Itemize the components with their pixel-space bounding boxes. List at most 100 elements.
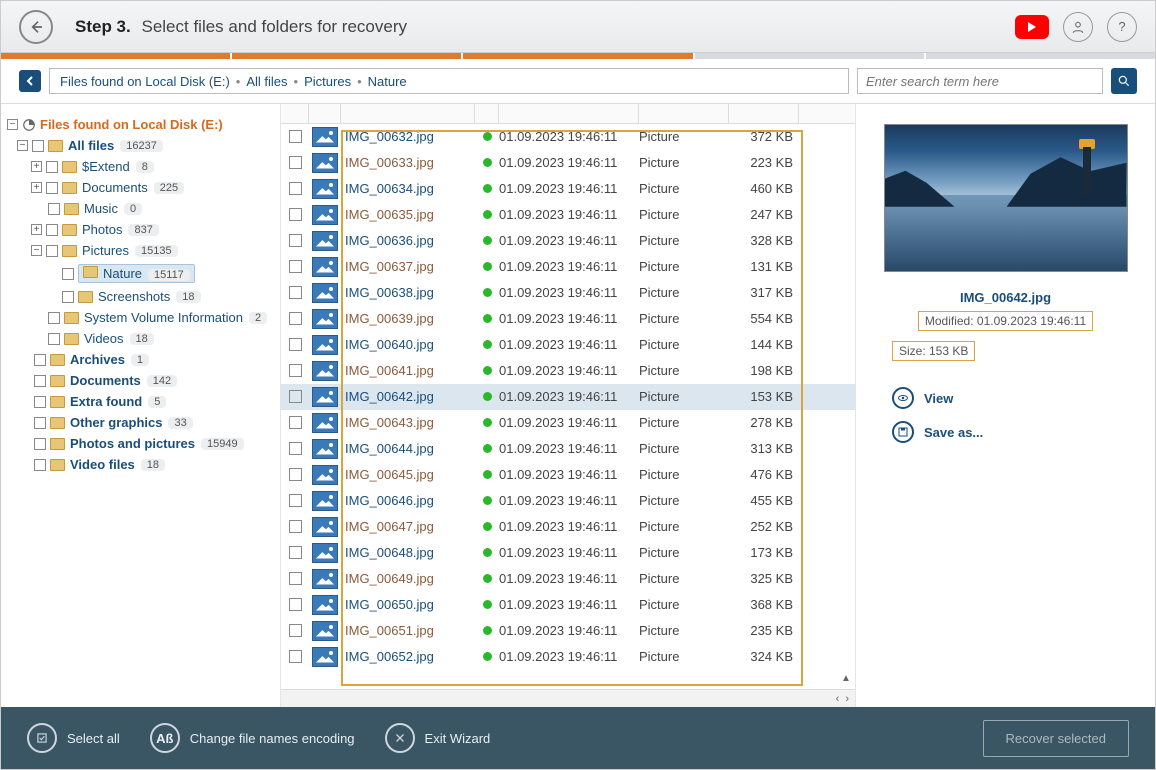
tree-other-graphics[interactable]: Other graphics33 — [7, 412, 274, 433]
file-row[interactable]: IMG_00645.jpg01.09.2023 19:46:11Picture4… — [281, 462, 855, 488]
file-type: Picture — [639, 467, 729, 482]
file-row[interactable]: IMG_00649.jpg01.09.2023 19:46:11Picture3… — [281, 566, 855, 592]
file-checkbox[interactable] — [289, 442, 302, 455]
file-checkbox[interactable] — [289, 390, 302, 403]
save-icon — [892, 421, 914, 443]
status-ok-icon — [483, 314, 492, 323]
file-checkbox[interactable] — [289, 520, 302, 533]
tree-archives[interactable]: Archives1 — [7, 349, 274, 370]
file-checkbox[interactable] — [289, 312, 302, 325]
file-size: 313 KB — [729, 441, 799, 456]
file-checkbox[interactable] — [289, 234, 302, 247]
file-row[interactable]: IMG_00652.jpg01.09.2023 19:46:11Picture3… — [281, 644, 855, 670]
file-row[interactable]: IMG_00640.jpg01.09.2023 19:46:11Picture1… — [281, 332, 855, 358]
file-row[interactable]: IMG_00641.jpg01.09.2023 19:46:11Picture1… — [281, 358, 855, 384]
file-row[interactable]: IMG_00648.jpg01.09.2023 19:46:11Picture1… — [281, 540, 855, 566]
scroll-left-icon[interactable]: ‹ — [836, 693, 840, 705]
scroll-right-icon[interactable]: › — [845, 693, 849, 705]
breadcrumb[interactable]: Files found on Local Disk (E:) •All file… — [49, 68, 849, 94]
file-row[interactable]: IMG_00639.jpg01.09.2023 19:46:11Picture5… — [281, 306, 855, 332]
file-checkbox[interactable] — [289, 156, 302, 169]
file-checkbox[interactable] — [289, 208, 302, 221]
file-checkbox[interactable] — [289, 624, 302, 637]
file-row[interactable]: IMG_00635.jpg01.09.2023 19:46:11Picture2… — [281, 202, 855, 228]
file-checkbox[interactable] — [289, 494, 302, 507]
tree-video-files[interactable]: Video files18 — [7, 454, 274, 475]
file-name: IMG_00632.jpg — [341, 129, 434, 144]
file-checkbox[interactable] — [289, 468, 302, 481]
file-list[interactable]: IMG_00632.jpg01.09.2023 19:46:11Picture3… — [281, 124, 855, 689]
file-size: 460 KB — [729, 181, 799, 196]
file-row[interactable]: IMG_00644.jpg01.09.2023 19:46:11Picture3… — [281, 436, 855, 462]
tree-screenshots[interactable]: Screenshots18 — [7, 286, 274, 307]
tree-documents[interactable]: +Documents225 — [7, 177, 274, 198]
tree-nature[interactable]: Nature15117 — [7, 261, 274, 286]
encoding-button[interactable]: Aß Change file names encoding — [150, 723, 355, 753]
tree-pictures[interactable]: −Pictures15135 — [7, 240, 274, 261]
horizontal-scrollbar[interactable]: ‹ › — [281, 689, 855, 707]
status-ok-icon — [483, 132, 492, 141]
file-row[interactable]: IMG_00646.jpg01.09.2023 19:46:11Picture4… — [281, 488, 855, 514]
file-date: 01.09.2023 19:46:11 — [499, 649, 639, 664]
breadcrumb-back-button[interactable] — [19, 70, 41, 92]
tree-all-files[interactable]: −All files16237 — [7, 135, 274, 156]
file-name: IMG_00638.jpg — [341, 285, 434, 300]
image-icon — [312, 647, 338, 667]
file-date: 01.09.2023 19:46:11 — [499, 233, 639, 248]
exit-wizard-button[interactable]: Exit Wizard — [385, 723, 491, 753]
file-type: Picture — [639, 493, 729, 508]
tree-extra[interactable]: Extra found5 — [7, 391, 274, 412]
youtube-icon[interactable] — [1015, 15, 1049, 39]
file-checkbox[interactable] — [289, 650, 302, 663]
file-row[interactable]: IMG_00643.jpg01.09.2023 19:46:11Picture2… — [281, 410, 855, 436]
file-type: Picture — [639, 233, 729, 248]
file-checkbox[interactable] — [289, 286, 302, 299]
view-button[interactable]: View — [872, 381, 1139, 415]
file-row[interactable]: IMG_00634.jpg01.09.2023 19:46:11Picture4… — [281, 176, 855, 202]
tree-root[interactable]: − Files found on Local Disk (E:) — [7, 114, 274, 135]
file-checkbox[interactable] — [289, 182, 302, 195]
tree-photos[interactable]: +Photos837 — [7, 219, 274, 240]
back-button[interactable] — [19, 10, 53, 44]
scroll-up-icon[interactable]: ▲ — [839, 671, 853, 685]
file-row[interactable]: IMG_00642.jpg01.09.2023 19:46:11Picture1… — [281, 384, 855, 410]
help-icon[interactable]: ? — [1107, 12, 1137, 42]
file-checkbox[interactable] — [289, 416, 302, 429]
file-row[interactable]: IMG_00650.jpg01.09.2023 19:46:11Picture3… — [281, 592, 855, 618]
file-row[interactable]: IMG_00637.jpg01.09.2023 19:46:11Picture1… — [281, 254, 855, 280]
file-checkbox[interactable] — [289, 364, 302, 377]
file-pane: IMG_00632.jpg01.09.2023 19:46:11Picture3… — [281, 104, 855, 707]
status-ok-icon — [483, 548, 492, 557]
file-row[interactable]: IMG_00647.jpg01.09.2023 19:46:11Picture2… — [281, 514, 855, 540]
file-date: 01.09.2023 19:46:11 — [499, 259, 639, 274]
file-checkbox[interactable] — [289, 598, 302, 611]
file-row[interactable]: IMG_00632.jpg01.09.2023 19:46:11Picture3… — [281, 124, 855, 150]
tree-documents2[interactable]: Documents142 — [7, 370, 274, 391]
search-input[interactable] — [857, 68, 1103, 94]
user-icon[interactable] — [1063, 12, 1093, 42]
file-checkbox[interactable] — [289, 572, 302, 585]
tree-photos-pictures[interactable]: Photos and pictures15949 — [7, 433, 274, 454]
file-checkbox[interactable] — [289, 338, 302, 351]
select-all-icon — [27, 723, 57, 753]
file-row[interactable]: IMG_00638.jpg01.09.2023 19:46:11Picture3… — [281, 280, 855, 306]
disk-icon — [22, 118, 36, 132]
file-size: 235 KB — [729, 623, 799, 638]
file-checkbox[interactable] — [289, 546, 302, 559]
select-all-button[interactable]: Select all — [27, 723, 120, 753]
recover-selected-button[interactable]: Recover selected — [983, 720, 1129, 757]
tree-extend[interactable]: +$Extend8 — [7, 156, 274, 177]
file-checkbox[interactable] — [289, 260, 302, 273]
tree-svi[interactable]: System Volume Information2 — [7, 307, 274, 328]
file-size: 455 KB — [729, 493, 799, 508]
save-as-button[interactable]: Save as... — [872, 415, 1139, 449]
file-row[interactable]: IMG_00636.jpg01.09.2023 19:46:11Picture3… — [281, 228, 855, 254]
file-checkbox[interactable] — [289, 130, 302, 143]
file-row[interactable]: IMG_00651.jpg01.09.2023 19:46:11Picture2… — [281, 618, 855, 644]
status-ok-icon — [483, 522, 492, 531]
file-row[interactable]: IMG_00633.jpg01.09.2023 19:46:11Picture2… — [281, 150, 855, 176]
preview-filename: IMG_00642.jpg — [960, 290, 1051, 305]
tree-music[interactable]: Music0 — [7, 198, 274, 219]
tree-videos[interactable]: Videos18 — [7, 328, 274, 349]
search-button[interactable] — [1111, 68, 1137, 94]
